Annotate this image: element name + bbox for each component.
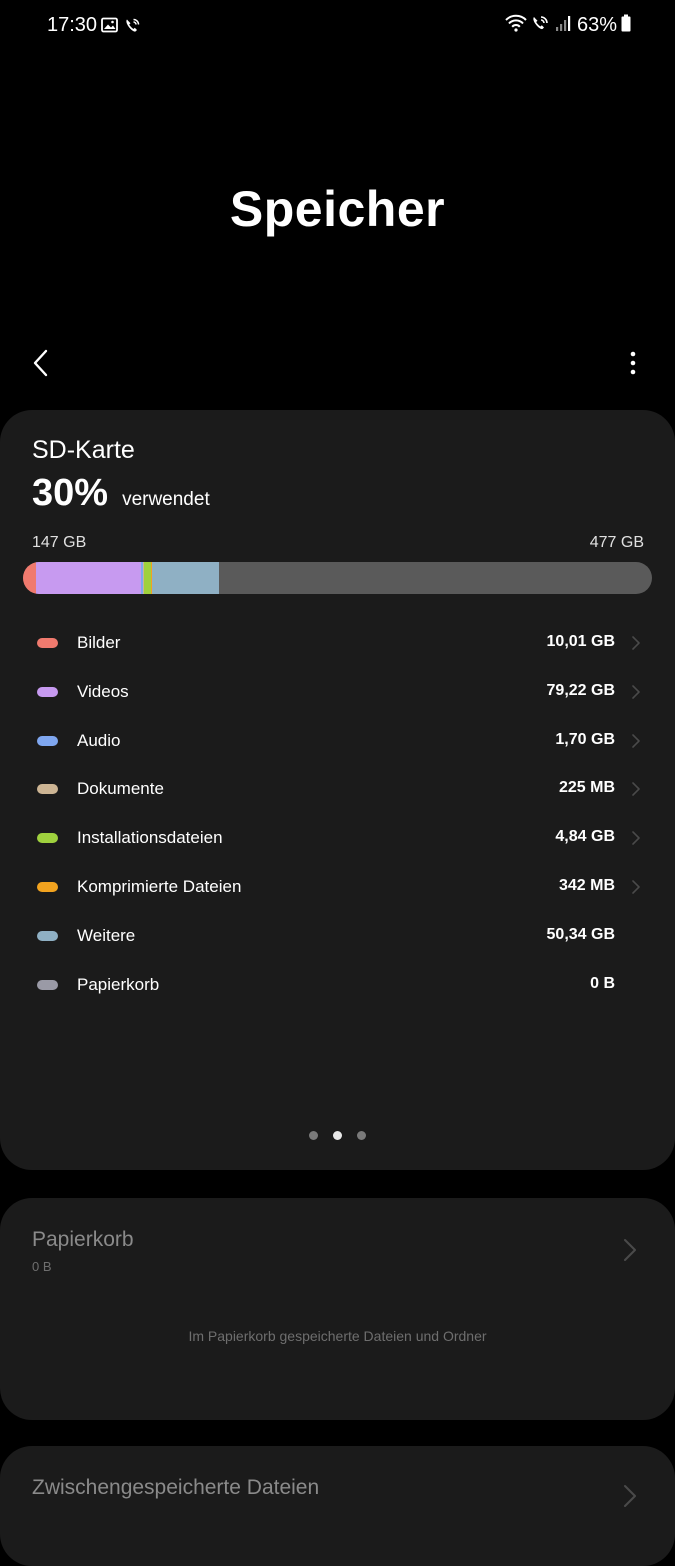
gallery-icon — [101, 17, 118, 39]
chevron-right-icon — [623, 1238, 637, 1262]
page-indicator — [0, 1131, 675, 1140]
more-options-button[interactable] — [621, 347, 645, 379]
storage-usage-bar — [23, 562, 652, 594]
back-arrow-icon — [33, 349, 48, 377]
trash-title: Papierkorb — [32, 1228, 134, 1251]
usage-bar-segment — [23, 562, 37, 594]
status-bar: 17:30 63% — [0, 0, 675, 56]
category-value: 1,70 GB — [555, 730, 615, 748]
category-color-dot — [37, 735, 58, 746]
category-value: 225 MB — [558, 779, 615, 797]
status-left-icons — [101, 17, 141, 39]
usage-bar-segment — [36, 562, 141, 594]
category-row[interactable]: Installationsdateien 4,84 GB — [0, 814, 675, 863]
trash-description: Im Papierkorb gespeicherte Dateien und O… — [188, 1328, 487, 1344]
usage-summary: 30% verwendet — [32, 472, 210, 515]
status-right-icons: 63% — [505, 14, 631, 37]
chevron-right-icon — [623, 1484, 637, 1508]
page-title: Speicher — [229, 181, 446, 237]
category-label: Bilder — [77, 633, 121, 652]
page-indicator-dot[interactable] — [309, 1131, 318, 1140]
category-label: Installationsdateien — [77, 828, 223, 848]
chevron-right-icon — [631, 781, 641, 797]
category-label: Audio — [77, 730, 121, 750]
category-value: 79,22 GB — [546, 681, 615, 699]
category-label: Dokumente — [77, 779, 164, 799]
category-color-dot — [37, 784, 58, 795]
storage-card: SD-Karte 30% verwendet 147 GB 477 GB Bil… — [0, 410, 675, 1170]
wifi-icon — [505, 14, 527, 37]
wifi-calling-icon — [531, 14, 551, 37]
category-label: Komprimierte Dateien — [77, 876, 242, 896]
category-color-dot — [37, 881, 58, 892]
trash-card[interactable]: Papierkorb 0 B Im Papierkorb gespeichert… — [0, 1198, 675, 1420]
category-value: 10,01 GB — [546, 633, 615, 650]
usage-bar-segment — [152, 562, 219, 594]
category-value: 50,34 GB — [546, 925, 615, 943]
more-vertical-icon — [630, 351, 636, 375]
category-label: Papierkorb — [77, 974, 160, 994]
category-row: Papierkorb 0 B — [0, 961, 675, 1010]
storage-name: SD-Karte — [32, 436, 135, 464]
category-row[interactable]: Dokumente 225 MB — [0, 765, 675, 814]
battery-icon — [621, 14, 631, 37]
category-row[interactable]: Videos 79,22 GB — [0, 668, 675, 717]
wifi-calling-icon — [124, 17, 141, 39]
chevron-right-icon — [631, 733, 641, 749]
page-indicator-dot[interactable] — [333, 1131, 342, 1140]
status-time: 17:30 — [47, 14, 98, 36]
chevron-right-icon — [631, 830, 641, 846]
category-list: Bilder 10,01 GB Videos 79,22 GB Audio 1,70 GB… — [0, 619, 675, 1009]
back-button[interactable] — [26, 345, 56, 381]
category-value: 4,84 GB — [555, 828, 615, 846]
used-amount: 147 GB — [32, 534, 87, 551]
category-value: 342 MB — [558, 876, 615, 894]
category-row[interactable]: Bilder 10,01 GB — [0, 619, 675, 668]
category-label: Videos — [77, 681, 129, 701]
used-percent: 30% — [32, 472, 109, 514]
category-color-dot — [37, 686, 58, 697]
signal-icon — [555, 14, 571, 37]
category-row: Weitere 50,34 GB — [0, 912, 675, 961]
category-color-dot — [37, 930, 58, 941]
category-label: Weitere — [77, 925, 136, 945]
category-value: 0 B — [590, 974, 615, 992]
category-color-dot — [37, 833, 58, 844]
category-color-dot — [37, 638, 58, 648]
chevron-right-icon — [631, 635, 641, 651]
page-indicator-dot[interactable] — [357, 1131, 366, 1140]
total-amount: 477 GB — [589, 534, 644, 551]
category-color-dot — [37, 979, 58, 990]
battery-percentage: 63% — [576, 14, 617, 36]
trash-size: 0 B — [32, 1259, 52, 1274]
category-row[interactable]: Audio 1,70 GB — [0, 717, 675, 766]
chevron-right-icon — [631, 879, 641, 895]
cached-files-card[interactable]: Zwischengespeicherte Dateien — [0, 1446, 675, 1566]
chevron-right-icon — [631, 684, 641, 700]
used-text: verwendet — [122, 489, 210, 510]
cached-files-title: Zwischengespeicherte Dateien — [32, 1476, 320, 1499]
category-row[interactable]: Komprimierte Dateien 342 MB — [0, 863, 675, 912]
